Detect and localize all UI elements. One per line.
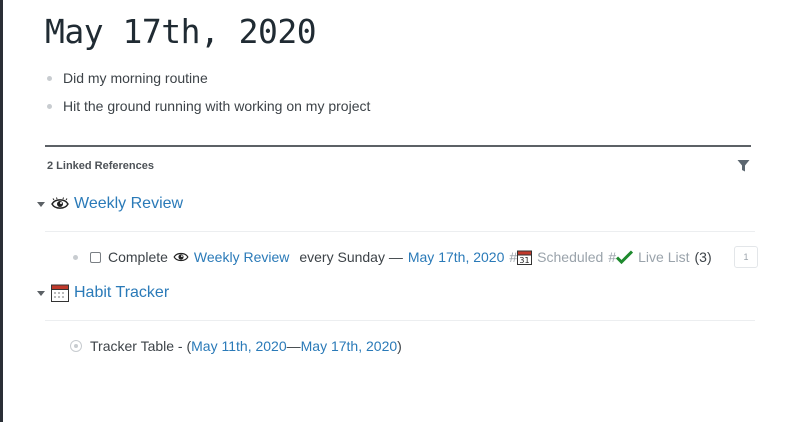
tag-scheduled[interactable]: Scheduled bbox=[537, 249, 603, 265]
calendar-icon bbox=[51, 284, 69, 302]
list-item[interactable]: Did my morning routine bbox=[45, 66, 751, 94]
bullet-icon[interactable] bbox=[47, 76, 52, 81]
page-link-date[interactable]: May 11th, 2020 bbox=[191, 338, 286, 354]
tag-live-list[interactable]: Live List bbox=[638, 249, 689, 265]
calendar-icon: 31 bbox=[517, 250, 533, 265]
page-link-date[interactable]: May 17th, 2020 bbox=[301, 338, 398, 354]
block-text: Tracker Table - ( bbox=[90, 338, 192, 354]
bullet-icon[interactable] bbox=[70, 340, 82, 352]
reference-block[interactable]: Complete Weekly Review every Sunday — Ma… bbox=[73, 246, 712, 268]
left-sidebar-edge bbox=[0, 0, 3, 422]
block-text: — bbox=[286, 338, 301, 354]
block-text[interactable]: Did my morning routine bbox=[63, 70, 208, 86]
list-item[interactable]: Hit the ground running with working on m… bbox=[45, 94, 751, 122]
group-divider bbox=[45, 320, 755, 321]
references-divider bbox=[45, 145, 751, 147]
block-list: Did my morning routine Hit the ground ru… bbox=[45, 66, 751, 122]
linked-references-header[interactable]: 2 Linked References bbox=[47, 160, 154, 172]
eye-icon bbox=[173, 251, 189, 263]
caret-down-icon[interactable] bbox=[37, 290, 45, 296]
svg-text:31: 31 bbox=[520, 256, 530, 265]
page-link-habit-tracker[interactable]: Habit Tracker bbox=[74, 284, 169, 302]
bullet-icon[interactable] bbox=[47, 104, 52, 109]
checkmark-icon bbox=[616, 250, 634, 264]
filter-icon[interactable] bbox=[737, 159, 750, 173]
eye-icon bbox=[51, 197, 69, 211]
reference-count-badge[interactable]: 1 bbox=[734, 246, 758, 268]
caret-down-icon[interactable] bbox=[37, 201, 45, 207]
page-link-weekly-review[interactable]: Weekly Review bbox=[194, 249, 289, 265]
child-count: (3) bbox=[694, 249, 712, 265]
block-text: Complete bbox=[108, 249, 168, 265]
block-text: every Sunday — bbox=[299, 249, 403, 265]
tag-hash[interactable]: # bbox=[608, 249, 616, 265]
block-text[interactable]: Hit the ground running with working on m… bbox=[63, 98, 370, 114]
block-text: ) bbox=[397, 338, 402, 354]
page-link-date[interactable]: May 17th, 2020 bbox=[408, 249, 505, 265]
tag-hash[interactable]: # bbox=[509, 249, 517, 265]
reference-group-weekly-review: Weekly Review bbox=[37, 193, 183, 215]
page-title[interactable]: May 17th, 2020 bbox=[45, 12, 317, 52]
bullet-icon[interactable] bbox=[73, 254, 78, 260]
group-divider bbox=[45, 231, 755, 232]
page-link-weekly-review[interactable]: Weekly Review bbox=[74, 195, 183, 213]
reference-block[interactable]: Tracker Table - ( May 11th, 2020 — May 1… bbox=[70, 335, 402, 357]
todo-checkbox[interactable] bbox=[90, 251, 101, 263]
reference-group-habit-tracker: Habit Tracker bbox=[37, 282, 169, 304]
